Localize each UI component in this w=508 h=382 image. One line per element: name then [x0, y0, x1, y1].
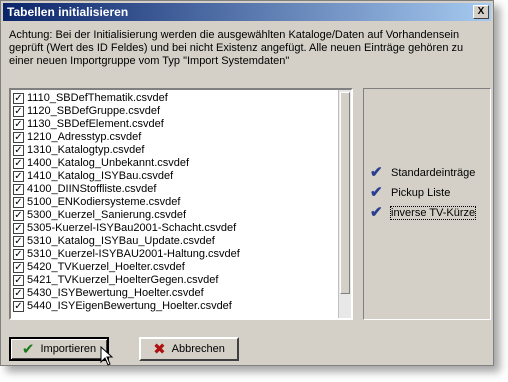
description-line: einer neuen Importgruppe vom Typ "Import…	[9, 55, 290, 67]
description-line: Achtung: Bei der Initialisierung werden …	[9, 29, 460, 41]
option-label: inverse TV-Kürze	[389, 206, 477, 220]
option-pickup-liste[interactable]: ✔ Pickup Liste	[370, 185, 450, 201]
file-list-label: 1110_SBDefThematik.csvdef	[27, 92, 168, 104]
window-title: Tabellen initialisieren	[7, 5, 129, 19]
checkbox[interactable]: ✓	[13, 106, 24, 117]
checkbox[interactable]: ✓	[13, 132, 24, 143]
description-line: geprüft (Wert des ID Feldes) und bei nic…	[9, 42, 464, 54]
vertical-scrollbar[interactable]	[338, 90, 351, 318]
file-list-label: 5420_TVKuerzel_Hoelter.csvdef	[27, 261, 185, 273]
cross-icon: ✖	[153, 340, 166, 358]
file-list-label: 5310_Katalog_ISYBau_Update.csvdef	[27, 235, 215, 247]
file-list-item[interactable]: ✓ 1310_Katalogtyp.csvdef	[13, 144, 337, 157]
file-list-label: 5310_Kuerzel-ISYBAU2001-Haltung.csvdef	[27, 248, 240, 260]
cancel-button[interactable]: ✖ Abbrechen	[139, 337, 239, 361]
checkbox[interactable]: ✓	[13, 223, 24, 234]
checkbox[interactable]: ✓	[13, 301, 24, 312]
file-list-label: 5100_ENKodiersysteme.csvdef	[27, 196, 181, 208]
file-list-item[interactable]: ✓ 5305-Kuerzel-ISYBau2001-Schacht.csvdef	[13, 222, 337, 235]
checkbox[interactable]: ✓	[13, 236, 24, 247]
checkmark-icon: ✔	[370, 184, 383, 201]
import-button[interactable]: ✔ Importieren	[9, 337, 109, 361]
file-list-label: 5421_TVKuerzel_HoelterGegen.csvdef	[27, 274, 219, 286]
file-list-item[interactable]: ✓ 1110_SBDefThematik.csvdef	[13, 92, 337, 105]
mouse-pointer-icon	[100, 346, 114, 366]
checkbox[interactable]: ✓	[13, 184, 24, 195]
file-list-label: 5300_Kuerzel_Sanierung.csvdef	[27, 209, 187, 221]
checkbox[interactable]: ✓	[13, 119, 24, 130]
checkbox[interactable]: ✓	[13, 197, 24, 208]
file-list-label: 1310_Katalogtyp.csvdef	[27, 144, 145, 156]
file-list-label: 5440_ISYEigenBewertung_Hoelter.csvdef	[27, 300, 232, 312]
file-list-item[interactable]: ✓ 1400_Katalog_Unbekannt.csvdef	[13, 157, 337, 170]
file-list-item[interactable]: ✓ 5420_TVKuerzel_Hoelter.csvdef	[13, 261, 337, 274]
checkmark-icon: ✔	[21, 340, 35, 358]
file-list-label: 1130_SBDefElement.csvdef	[27, 118, 164, 130]
file-list-item[interactable]: ✓ 4100_DIINStoffliste.csvdef	[13, 183, 337, 196]
file-list-item[interactable]: ✓ 5100_ENKodiersysteme.csvdef	[13, 196, 337, 209]
checkbox[interactable]: ✓	[13, 288, 24, 299]
checkbox[interactable]: ✓	[13, 158, 24, 169]
checkmark-icon: ✔	[370, 204, 383, 221]
file-list-item[interactable]: ✓ 5300_Kuerzel_Sanierung.csvdef	[13, 209, 337, 222]
file-list-item[interactable]: ✓ 1120_SBDefGruppe.csvdef	[13, 105, 337, 118]
file-list-item[interactable]: ✓ 5421_TVKuerzel_HoelterGegen.csvdef	[13, 274, 337, 287]
option-inverse-tv-kuerzel[interactable]: ✔ inverse TV-Kürze	[370, 204, 477, 221]
file-list-item[interactable]: ✓ 5440_ISYEigenBewertung_Hoelter.csvdef	[13, 300, 337, 313]
file-list-item[interactable]: ✓ 1410_Katalog_ISYBau.csvdef	[13, 170, 337, 183]
title-bar[interactable]: Tabellen initialisieren X	[3, 3, 491, 21]
options-panel: ✔ Standardeinträge ✔ Pickup Liste ✔ inve…	[363, 88, 491, 320]
file-list-label: 4100_DIINStoffliste.csvdef	[27, 183, 157, 195]
option-label: Standardeinträge	[391, 167, 476, 179]
file-list-label: 5305-Kuerzel-ISYBau2001-Schacht.csvdef	[27, 222, 237, 234]
dialog-window: Tabellen initialisieren X Achtung: Bei d…	[0, 0, 494, 366]
import-button-label: Importieren	[40, 343, 97, 355]
checkbox[interactable]: ✓	[13, 171, 24, 182]
file-list-label: 1120_SBDefGruppe.csvdef	[27, 105, 161, 117]
checkbox[interactable]: ✓	[13, 249, 24, 260]
file-list-label: 1400_Katalog_Unbekannt.csvdef	[27, 157, 190, 169]
file-list-item[interactable]: ✓ 5310_Katalog_ISYBau_Update.csvdef	[13, 235, 337, 248]
file-list-label: 5430_ISYBewertung_Hoelter.csvdef	[27, 287, 204, 299]
file-checklist-items: ✓ 1110_SBDefThematik.csvdef ✓ 1120_SBDefGru…	[13, 92, 337, 313]
checkbox[interactable]: ✓	[13, 145, 24, 156]
file-list-label: 1210_Adresstyp.csvdef	[27, 131, 142, 143]
checkbox[interactable]: ✓	[13, 262, 24, 273]
file-list-label: 1410_Katalog_ISYBau.csvdef	[27, 170, 174, 182]
close-button[interactable]: X	[473, 5, 489, 19]
file-checklist[interactable]: ✓ 1110_SBDefThematik.csvdef ✓ 1120_SBDefGru…	[9, 88, 353, 320]
scrollbar-thumb[interactable]	[340, 92, 350, 294]
cancel-button-label: Abbrechen	[171, 343, 225, 355]
file-list-item[interactable]: ✓ 1130_SBDefElement.csvdef	[13, 118, 337, 131]
file-list-item[interactable]: ✓ 5430_ISYBewertung_Hoelter.csvdef	[13, 287, 337, 300]
option-label: Pickup Liste	[391, 187, 451, 199]
checkbox[interactable]: ✓	[13, 275, 24, 286]
checkbox[interactable]: ✓	[13, 210, 24, 221]
option-standardeintraege[interactable]: ✔ Standardeinträge	[370, 165, 475, 181]
checkbox[interactable]: ✓	[13, 93, 24, 104]
file-list-item[interactable]: ✓ 1210_Adresstyp.csvdef	[13, 131, 337, 144]
checkmark-icon: ✔	[370, 164, 383, 181]
file-list-item[interactable]: ✓ 5310_Kuerzel-ISYBAU2001-Haltung.csvdef	[13, 248, 337, 261]
description-text: Achtung: Bei der Initialisierung werden …	[9, 29, 489, 68]
